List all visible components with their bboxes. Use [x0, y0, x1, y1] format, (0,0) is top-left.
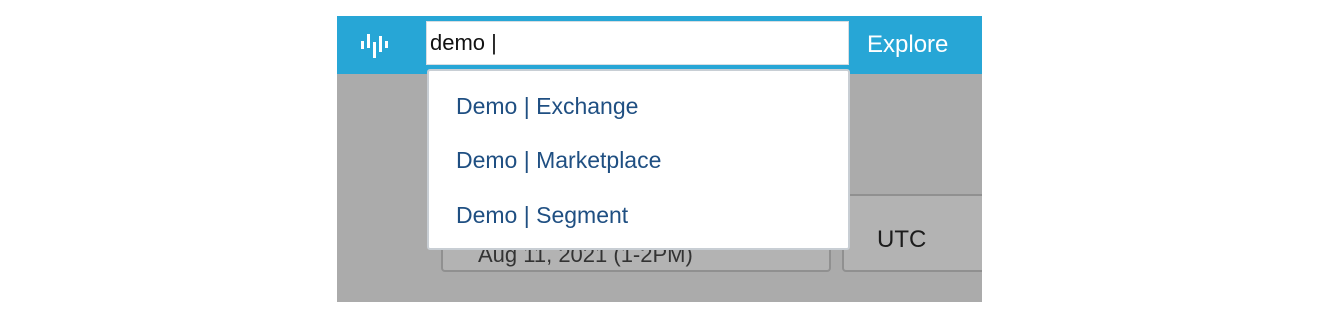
waveform-logo-icon[interactable]: [359, 29, 391, 61]
timezone-label: UTC: [877, 226, 927, 253]
top-bar: Explore: [337, 16, 982, 74]
autocomplete-option[interactable]: Demo | Segment: [456, 202, 628, 229]
search-input[interactable]: [426, 21, 849, 65]
autocomplete-option[interactable]: Demo | Marketplace: [456, 147, 661, 174]
timezone-field[interactable]: UTC: [842, 194, 982, 272]
explore-button[interactable]: Explore: [867, 25, 948, 65]
app-window: Aug 11, 2021 (1-2PM) UTC Explore Demo | …: [337, 16, 982, 302]
autocomplete-option[interactable]: Demo | Exchange: [456, 93, 638, 120]
autocomplete-dropdown: Demo | Exchange Demo | Marketplace Demo …: [427, 69, 850, 250]
